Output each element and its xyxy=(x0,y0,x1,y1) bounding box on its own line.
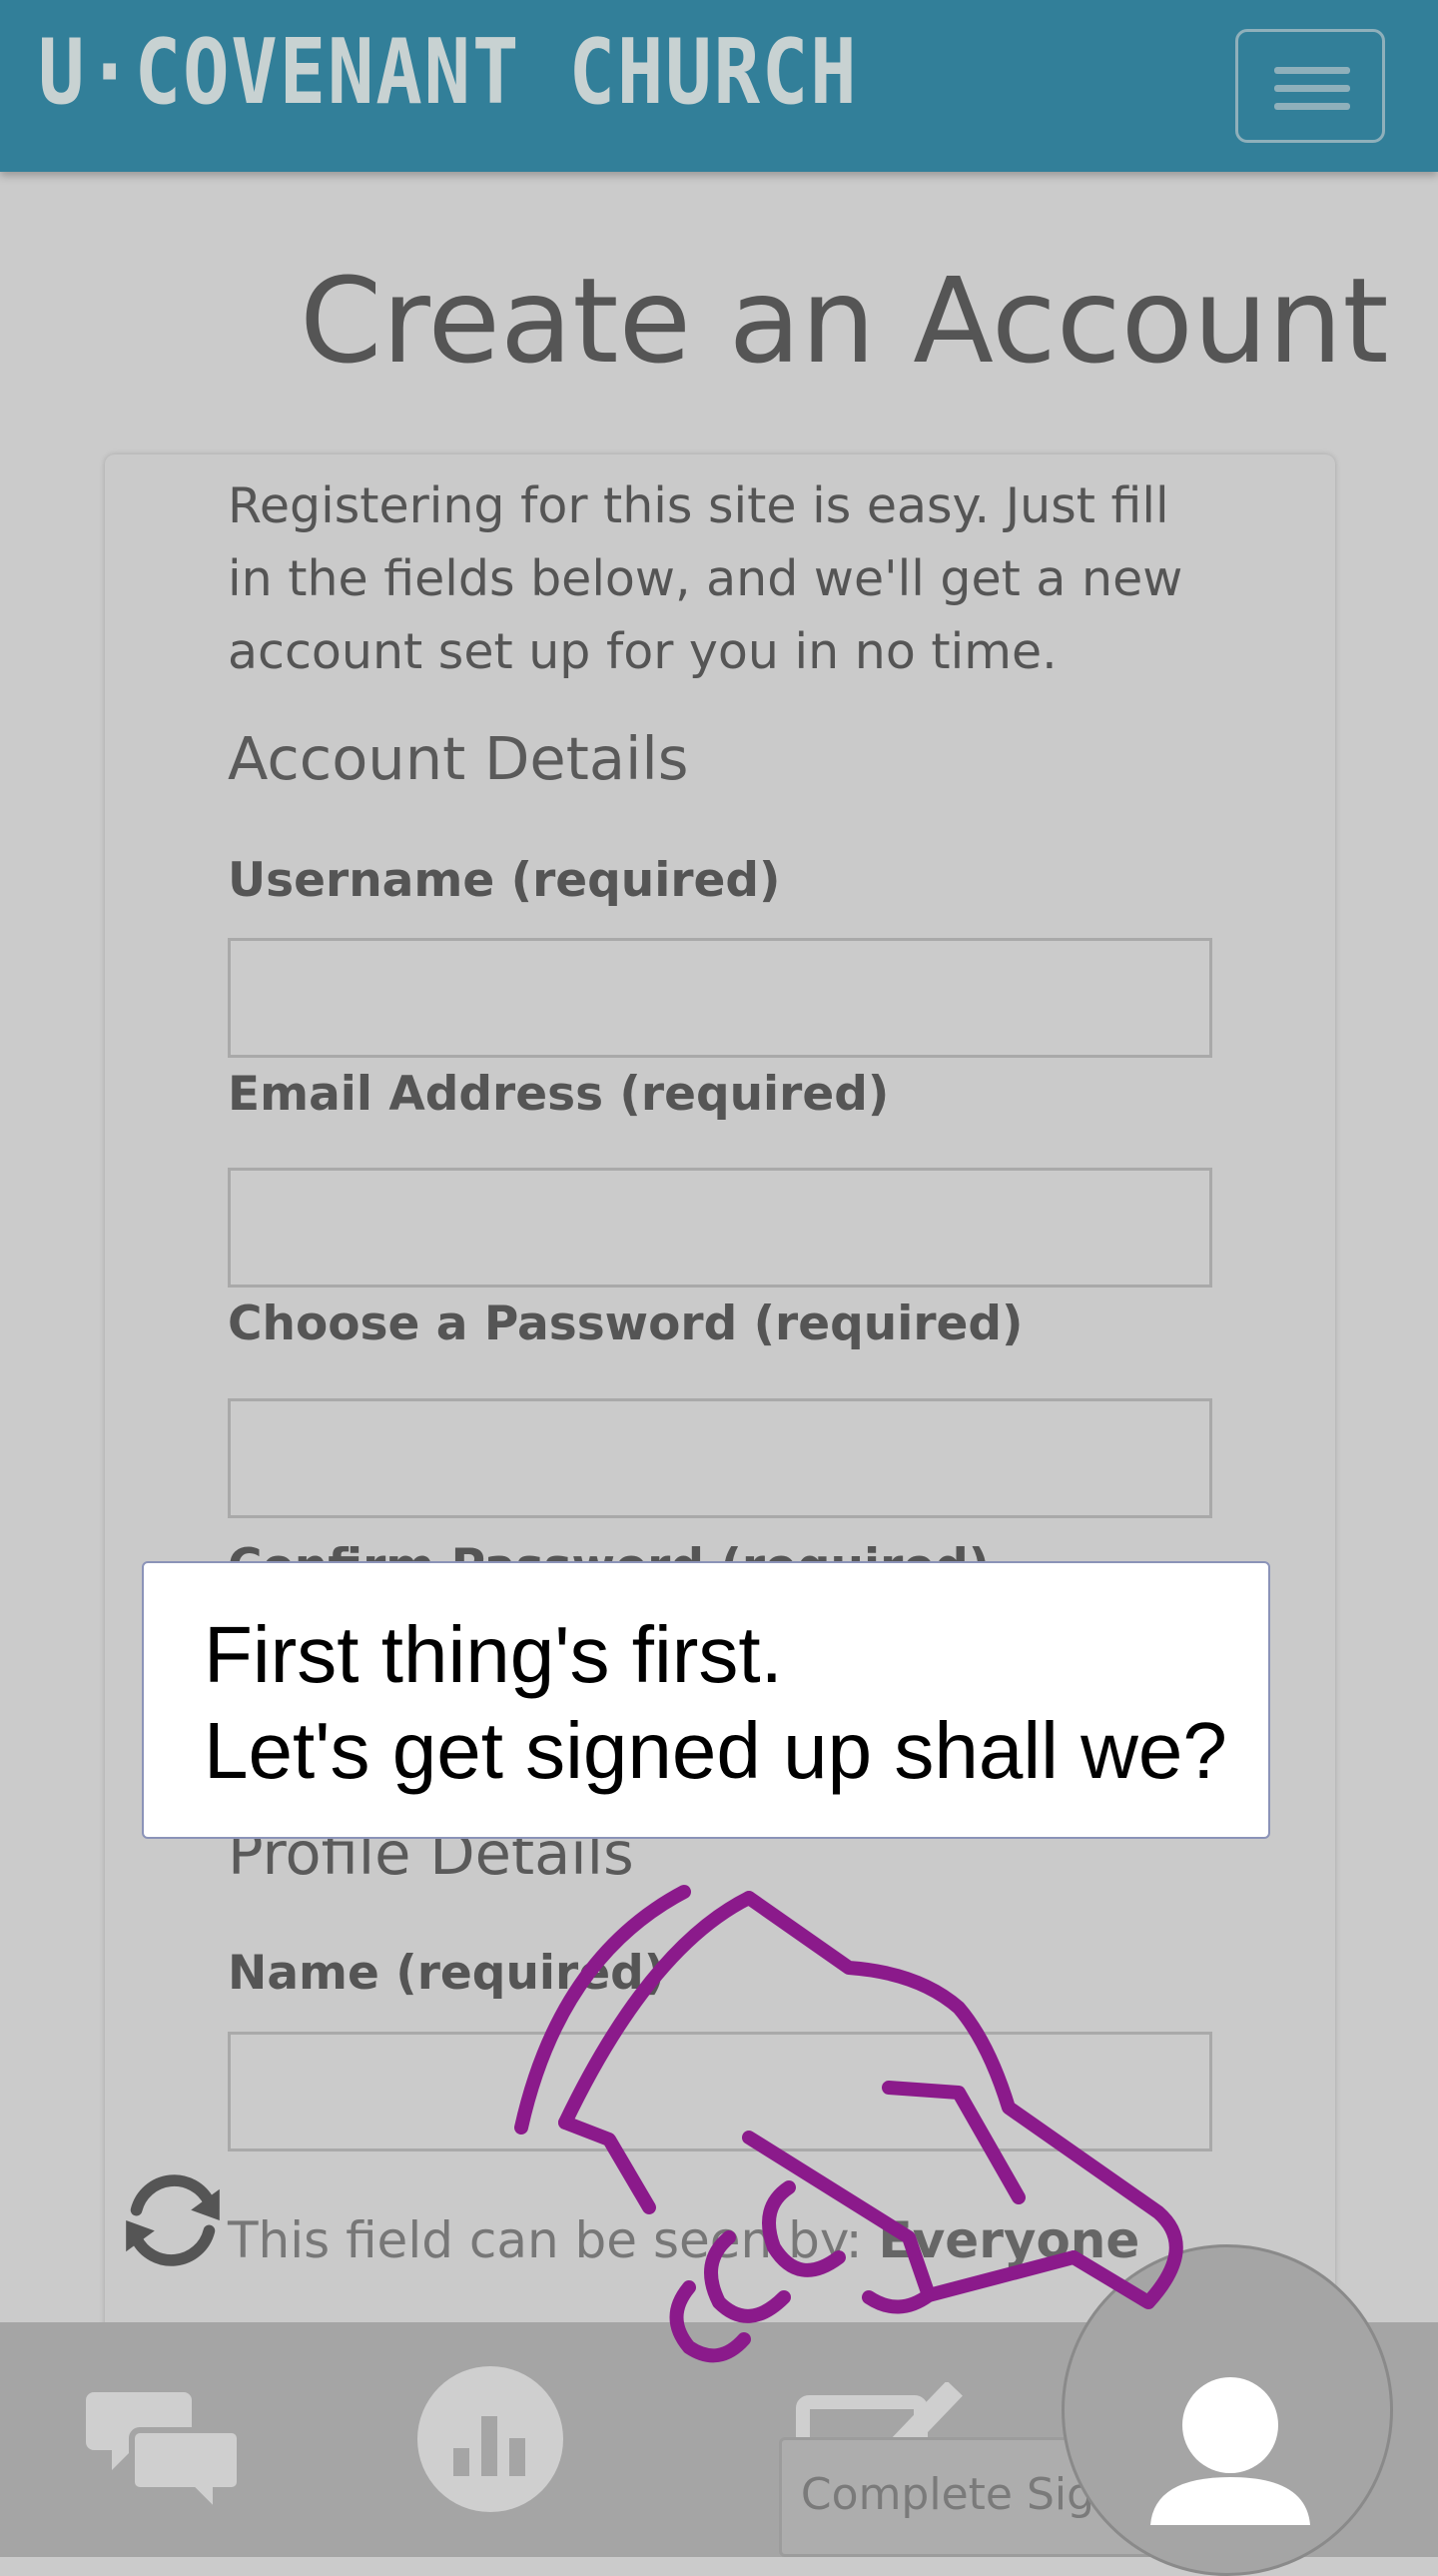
password-label: Choose a Password (required) xyxy=(228,1296,1024,1351)
page-title: Create an Account xyxy=(300,252,1389,390)
password-input[interactable] xyxy=(228,1398,1212,1518)
site-logo[interactable]: U·COVENANT CHURCH xyxy=(38,28,858,118)
menu-button[interactable] xyxy=(1235,29,1385,143)
hand-pointer-icon xyxy=(514,1885,1183,2363)
username-label: Username (required) xyxy=(228,853,781,908)
account-details-heading: Account Details xyxy=(228,724,689,793)
site-header: U·COVENANT CHURCH xyxy=(0,0,1438,172)
username-input[interactable] xyxy=(228,938,1212,1058)
refresh-icon[interactable] xyxy=(108,2155,238,2285)
tooltip-text: First thing's first. Let's get signed up… xyxy=(204,1610,1227,1795)
email-input[interactable] xyxy=(228,1168,1212,1288)
email-label: Email Address (required) xyxy=(228,1067,890,1122)
intro-text: Registering for this site is easy. Just … xyxy=(228,477,1183,680)
chat-icon[interactable] xyxy=(86,2380,246,2520)
tutorial-tooltip: First thing's first. Let's get signed up… xyxy=(142,1561,1270,1839)
